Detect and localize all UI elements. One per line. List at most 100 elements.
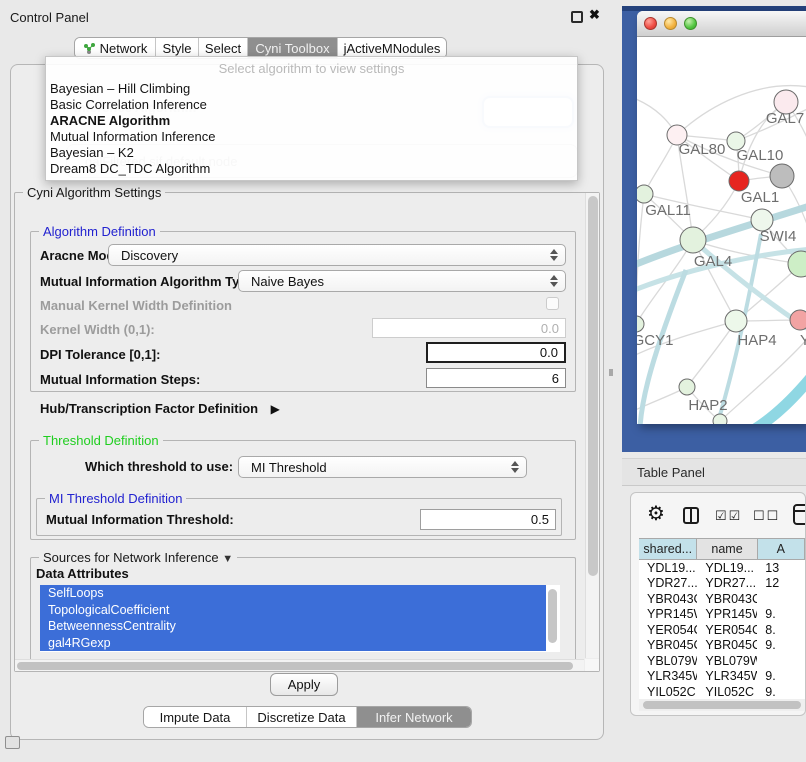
kernel-width-field[interactable]: 0.0 [372, 318, 566, 338]
network-node-unlabeled[interactable] [713, 414, 727, 424]
network-node-label: GAL4 [694, 253, 732, 270]
tab-impute-data[interactable]: Impute Data [144, 707, 247, 727]
tab-style[interactable]: Style [156, 38, 199, 58]
collapse-down-icon[interactable]: ▼ [222, 553, 233, 565]
table-row[interactable]: YDR27...YDR27...12 [639, 576, 805, 592]
column-header-shared[interactable]: shared... [639, 539, 697, 559]
aracne-mode-value: Discovery [121, 248, 178, 263]
network-edge[interactable] [720, 337, 806, 421]
dpi-tolerance-field[interactable]: 0.0 [426, 342, 566, 363]
settings-group-title: Cyni Algorithm Settings [23, 185, 165, 200]
tab-infer-network[interactable]: Infer Network [357, 707, 471, 727]
table-row[interactable]: YDL19...YDL19...13 [639, 560, 805, 576]
data-attributes-list[interactable]: SelfLoopsTopologicalCoefficientBetweenne… [40, 585, 560, 652]
table-cell: YBR043C [697, 592, 757, 606]
algorithm-option-dream8-dc-tdc-algorithm[interactable]: Dream8 DC_TDC Algorithm [46, 161, 577, 177]
table-mode-icon[interactable] [793, 504, 806, 525]
zoom-traffic-light-icon[interactable] [684, 17, 697, 30]
table-cell: 9. [757, 607, 805, 621]
tab-jactivemnodules[interactable]: jActiveMNodules [338, 38, 446, 58]
table-cell: YLR345W [639, 669, 697, 683]
kernel-width-label: Kernel Width (0,1): [40, 322, 155, 337]
sources-group-title: Sources for Network Inference ▼ [39, 550, 237, 565]
network-node-gal11[interactable] [637, 185, 653, 203]
attribute-item-selfloops[interactable]: SelfLoops [40, 585, 546, 602]
network-window-titlebar[interactable] [637, 11, 806, 37]
attribute-item-topologicalcoefficient[interactable]: TopologicalCoefficient [40, 602, 546, 619]
network-node-label: GAL7 [766, 110, 804, 127]
mi-threshold-label: Mutual Information Threshold: [46, 512, 234, 527]
table-row[interactable]: YER054CYER054C8. [639, 622, 805, 638]
attribute-item-gal4rgexp[interactable]: gal4RGexp [40, 635, 546, 652]
table-row[interactable]: YBR045CYBR045C9. [639, 638, 805, 654]
table-header-row: shared...nameA [639, 538, 805, 560]
tab-select[interactable]: Select [199, 38, 248, 58]
splitter-handle[interactable] [609, 369, 613, 376]
split-column-icon[interactable] [683, 507, 699, 524]
algorithm-option-mutual-information-inference[interactable]: Mutual Information Inference [46, 129, 577, 145]
table-cell: YDL19... [639, 561, 697, 575]
mi-type-combo[interactable]: Naive Bayes [238, 270, 566, 292]
network-node-unlabeled[interactable] [770, 164, 794, 188]
table-row[interactable]: YLR345WYLR345W9. [639, 669, 805, 685]
algorithm-definition-title: Algorithm Definition [39, 224, 160, 239]
close-icon[interactable]: ✖ [589, 7, 600, 23]
deselect-all-columns-icon[interactable]: ☐☐ [753, 508, 780, 524]
table-cell: 9. [757, 669, 805, 683]
mi-threshold-field[interactable]: 0.5 [420, 509, 556, 530]
algorithm-option-aracne-algorithm[interactable]: ARACNE Algorithm [46, 113, 577, 129]
network-node-gal1[interactable] [729, 171, 749, 191]
table-horizontal-scrollbar[interactable] [639, 699, 805, 711]
manual-kernel-checkbox[interactable] [546, 297, 559, 310]
network-node-label: GAL10 [737, 147, 784, 164]
spinner-arrows-icon [550, 275, 558, 287]
algorithm-option-basic-correlation-inference[interactable]: Basic Correlation Inference [46, 97, 577, 113]
tab-network[interactable]: Network [75, 38, 156, 58]
network-node-gcy1[interactable] [637, 316, 644, 332]
table-row[interactable]: YBL079WYBL079W [639, 653, 805, 669]
floating-panel-icon[interactable] [5, 736, 20, 749]
table-cell: YIL052C [639, 685, 697, 699]
spinner-arrows-icon [511, 461, 519, 473]
table-cell: 13 [757, 561, 805, 575]
network-canvas[interactable]: GAL7GAL80GAL10GAL1GAL11SWI4GAL4GCY1HAP4Y… [637, 37, 806, 424]
scrollbar-corner [585, 659, 599, 671]
network-node-hap2[interactable] [679, 379, 695, 395]
network-node-label: HAP2 [688, 397, 727, 414]
table-cell: YER054C [639, 623, 697, 637]
algorithm-option-bayesian-hill-climbing[interactable]: Bayesian – Hill Climbing [46, 81, 577, 97]
apply-button[interactable]: Apply [270, 673, 338, 696]
minimize-traffic-light-icon[interactable] [664, 17, 677, 30]
table-row[interactable]: YBR043CYBR043C [639, 591, 805, 607]
float-panel-icon[interactable] [571, 11, 583, 23]
close-traffic-light-icon[interactable] [644, 17, 657, 30]
which-threshold-value: MI Threshold [251, 460, 327, 475]
tab-cyni-toolbox[interactable]: Cyni Toolbox [248, 38, 338, 58]
column-header-name[interactable]: name [697, 539, 757, 559]
settings-vertical-scrollbar[interactable] [585, 193, 599, 658]
network-node-gal4[interactable] [680, 227, 706, 253]
column-header-a[interactable]: A [758, 539, 805, 559]
network-node-label: GCY1 [637, 332, 673, 349]
network-node-label: GAL1 [741, 189, 779, 206]
network-node-y[interactable] [790, 310, 806, 330]
settings-horizontal-scrollbar[interactable] [15, 659, 584, 671]
gear-icon[interactable]: ⚙ [647, 501, 665, 526]
data-attributes-label: Data Attributes [36, 566, 129, 581]
table-row[interactable]: YPR145WYPR145W9. [639, 607, 805, 623]
mi-steps-field[interactable]: 6 [426, 368, 566, 388]
select-all-columns-icon[interactable]: ☑☑ [715, 508, 742, 524]
tab-discretize-data[interactable]: Discretize Data [247, 707, 357, 727]
network-window: GAL7GAL80GAL10GAL1GAL11SWI4GAL4GCY1HAP4Y… [637, 11, 806, 424]
attribute-item-betweennesscentrality[interactable]: BetweennessCentrality [40, 618, 546, 635]
network-node-hap4[interactable] [725, 310, 747, 332]
tab-label: Discretize Data [257, 710, 345, 725]
panel-title: Control Panel [10, 10, 89, 25]
hub-definition-toggle[interactable]: Hub/Transcription Factor Definition ▶ [40, 400, 280, 418]
which-threshold-combo[interactable]: MI Threshold [238, 456, 527, 478]
attributes-list-scrollbar[interactable] [546, 585, 560, 652]
algorithm-option-bayesian-k2[interactable]: Bayesian – K2 [46, 145, 577, 161]
mi-type-value: Naive Bayes [251, 274, 324, 289]
table-row[interactable]: YIL052CYIL052C9. [639, 684, 805, 699]
aracne-mode-combo[interactable]: Discovery [108, 244, 566, 266]
